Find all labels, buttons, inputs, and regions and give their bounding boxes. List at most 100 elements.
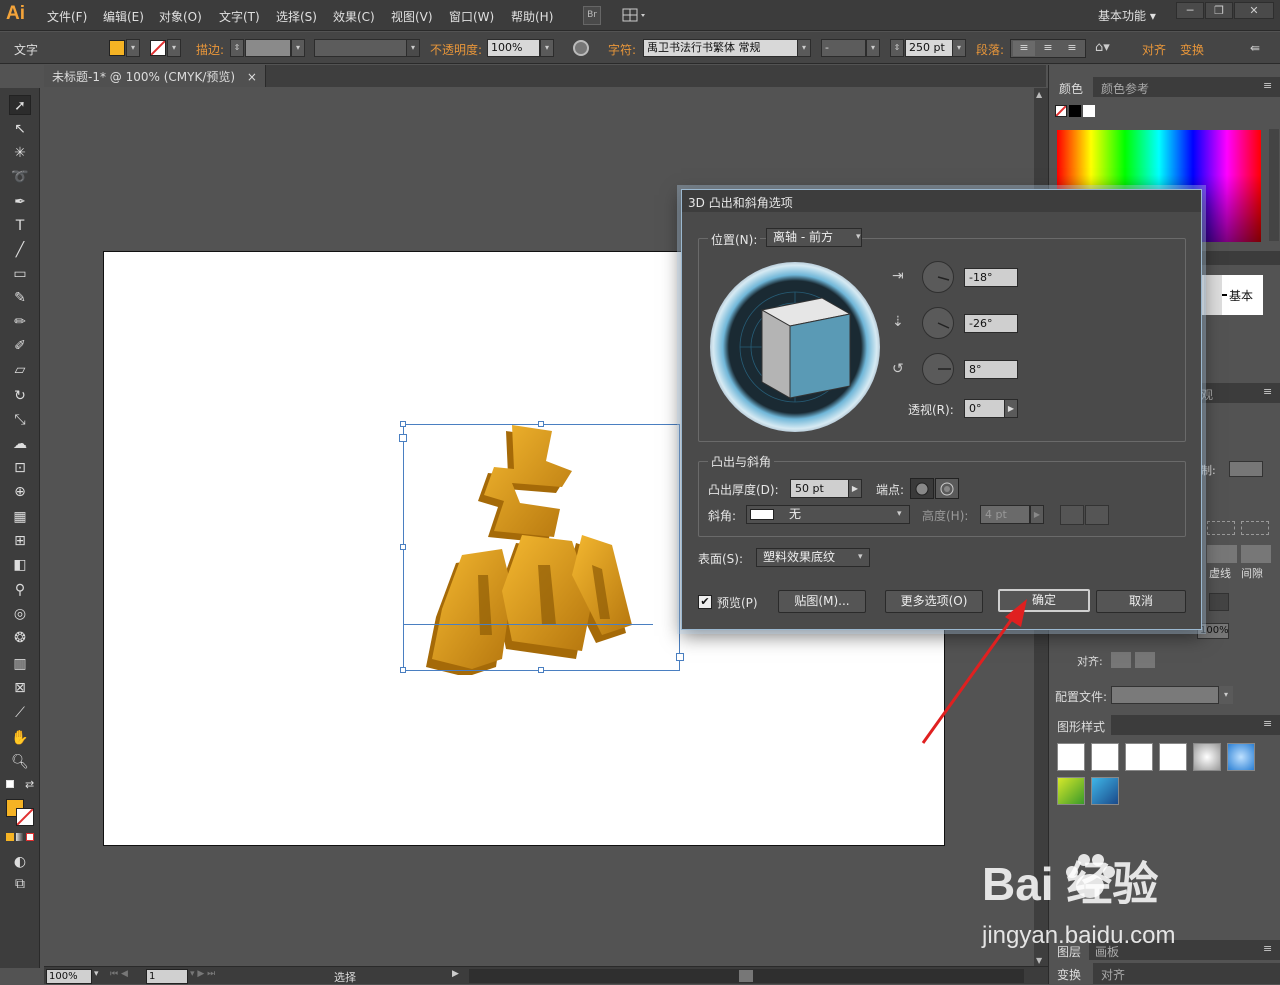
font-size-stepper[interactable]: ⇕	[890, 39, 904, 57]
style-shadow[interactable]	[1193, 743, 1221, 771]
preview-checkbox[interactable]: ✔	[698, 595, 712, 609]
scale-tool-icon[interactable]: ⤡	[9, 410, 31, 430]
selection-bounding-box[interactable]	[403, 424, 680, 671]
rotate-y-field[interactable]: -26°	[964, 314, 1018, 333]
style-outline[interactable]	[1159, 743, 1187, 771]
fill-dropdown[interactable]: ▾	[126, 39, 140, 57]
warp-tool-icon[interactable]: ☁	[9, 434, 31, 454]
extrude-depth-field[interactable]: 50 pt	[790, 479, 850, 498]
variable-width-profile[interactable]	[314, 39, 410, 57]
profile-dropdown[interactable]	[1111, 686, 1219, 704]
rotate-z-dial[interactable]	[922, 353, 954, 385]
transform-label[interactable]: 变换	[1180, 41, 1204, 58]
blob-brush-tool-icon[interactable]: ✐	[9, 336, 31, 356]
pencil-tool-icon[interactable]: ✏	[9, 312, 31, 332]
arrange-documents-icon[interactable]	[622, 6, 650, 25]
menu-type[interactable]: 文字(T)	[219, 8, 260, 25]
none-mode-icon[interactable]	[26, 833, 34, 841]
font-family-dropdown[interactable]: ▾	[797, 39, 811, 57]
black-swatch[interactable]	[1069, 105, 1081, 117]
character-label[interactable]: 字符:	[608, 41, 636, 58]
bevel-height-slider-button[interactable]: ▶	[1030, 505, 1044, 524]
handle-top-left[interactable]	[400, 421, 406, 427]
opacity-dropdown[interactable]: ▾	[540, 39, 554, 57]
perspective-grid-tool-icon[interactable]: ▦	[9, 507, 31, 527]
minimize-button[interactable]: ─	[1176, 2, 1204, 19]
profile-dropdown[interactable]: ▾	[406, 39, 420, 57]
align-label[interactable]: 对齐	[1142, 41, 1166, 58]
font-style-dropdown[interactable]: ▾	[866, 39, 880, 57]
scroll-down-icon[interactable]: ▼	[1036, 956, 1042, 965]
arrowhead-dropdown[interactable]	[1209, 593, 1229, 611]
rotate-y-dial[interactable]	[922, 307, 954, 339]
gradient-mode-icon[interactable]	[16, 833, 24, 841]
horizontal-scrollbar[interactable]	[469, 969, 1024, 983]
gradient-tool-icon[interactable]: ◧	[9, 555, 31, 575]
align-right-icon[interactable]: ≡	[1061, 41, 1083, 56]
screen-mode-icon[interactable]: ⧉	[9, 874, 31, 894]
column-graph-tool-icon[interactable]: ▥	[9, 654, 31, 674]
tab-appearance[interactable]: 观	[1201, 386, 1213, 403]
bevel-extent-in-icon[interactable]	[1085, 505, 1109, 525]
font-size-field[interactable]: 250 pt	[905, 39, 953, 57]
stroke-color-icon[interactable]	[16, 808, 34, 826]
menu-select[interactable]: 选择(S)	[276, 8, 317, 25]
track-cube-widget[interactable]	[710, 262, 880, 432]
align-center-icon[interactable]: ≡	[1037, 41, 1059, 56]
text-frame-icon[interactable]: ⌂▾	[1095, 40, 1125, 56]
handle-top-center[interactable]	[538, 421, 544, 427]
document-tab[interactable]: 未标题-1* @ 100% (CMYK/预览) ×	[44, 65, 266, 87]
handle-bottom-left[interactable]	[400, 667, 406, 673]
artboard-tool-icon[interactable]: ⊠	[9, 678, 31, 698]
selection-tool-icon[interactable]: ➚	[9, 95, 31, 115]
rotate-x-field[interactable]: -18°	[964, 268, 1018, 287]
stroke-dropdown[interactable]: ▾	[167, 39, 181, 57]
tab-color-guide[interactable]: 颜色参考	[1101, 80, 1149, 97]
direct-selection-tool-icon[interactable]: ↖	[9, 119, 31, 139]
panel-menu-icon[interactable]: ≡	[1263, 942, 1272, 955]
paintbrush-tool-icon[interactable]: ✎	[9, 288, 31, 308]
swap-colors-icon[interactable]: ⇄	[25, 778, 34, 791]
style-blue-glow[interactable]	[1227, 743, 1255, 771]
free-transform-tool-icon[interactable]: ⊡	[9, 458, 31, 478]
opacity-field[interactable]: 100%	[487, 39, 540, 57]
scroll-up-icon[interactable]: ▲	[1036, 90, 1042, 99]
handle-bottom-center[interactable]	[538, 667, 544, 673]
cap-off-button[interactable]	[935, 478, 959, 499]
menu-file[interactable]: 文件(F)	[47, 8, 87, 25]
panel-menu-icon[interactable]: ≡	[1263, 79, 1272, 92]
font-style-field[interactable]: -	[821, 39, 866, 57]
menu-help[interactable]: 帮助(H)	[511, 8, 553, 25]
style-blue-pattern[interactable]	[1091, 777, 1119, 805]
dash-align-corners-icon[interactable]	[1241, 521, 1269, 535]
restore-button[interactable]: ❐	[1205, 2, 1233, 19]
position-select[interactable]: 离轴 - 前方	[766, 228, 862, 247]
surface-select[interactable]: 塑料效果底纹	[756, 548, 870, 567]
chevron-down-icon[interactable]: ▾	[1219, 686, 1233, 704]
shape-builder-tool-icon[interactable]: ⊕	[9, 482, 31, 502]
cap-on-button[interactable]	[910, 478, 934, 499]
menu-edit[interactable]: 编辑(E)	[103, 8, 144, 25]
handle-middle-left[interactable]	[400, 544, 406, 550]
rotate-tool-icon[interactable]: ↻	[9, 386, 31, 406]
panel-menu-icon[interactable]: ≡	[1263, 385, 1272, 398]
tab-transform[interactable]: 变换	[1049, 963, 1093, 984]
bevel-extent-out-icon[interactable]	[1060, 505, 1084, 525]
style-none[interactable]	[1091, 743, 1119, 771]
font-family-field[interactable]: 禹卫书法行书繁体 常规	[643, 39, 799, 57]
align-left-icon[interactable]: ≡	[1013, 41, 1035, 56]
opacity-label[interactable]: 不透明度:	[430, 41, 482, 58]
close-icon[interactable]: ×	[247, 70, 257, 84]
menu-window[interactable]: 窗口(W)	[449, 8, 494, 25]
symbol-sprayer-tool-icon[interactable]: ❂	[9, 628, 31, 648]
zoom-tool-icon[interactable]: 🔍︎	[9, 752, 31, 772]
bevel-height-field[interactable]: 4 pt	[980, 505, 1030, 524]
workspace-switcher[interactable]: 基本功能 ▾	[1098, 7, 1156, 24]
eyedropper-tool-icon[interactable]: ⚲	[9, 580, 31, 600]
gap-field[interactable]	[1241, 545, 1271, 563]
style-green-pattern[interactable]	[1057, 777, 1085, 805]
blend-tool-icon[interactable]: ◎	[9, 604, 31, 624]
none-color-icon[interactable]	[1055, 105, 1067, 117]
style-default[interactable]	[1057, 743, 1085, 771]
fill-swatch[interactable]	[109, 40, 125, 56]
